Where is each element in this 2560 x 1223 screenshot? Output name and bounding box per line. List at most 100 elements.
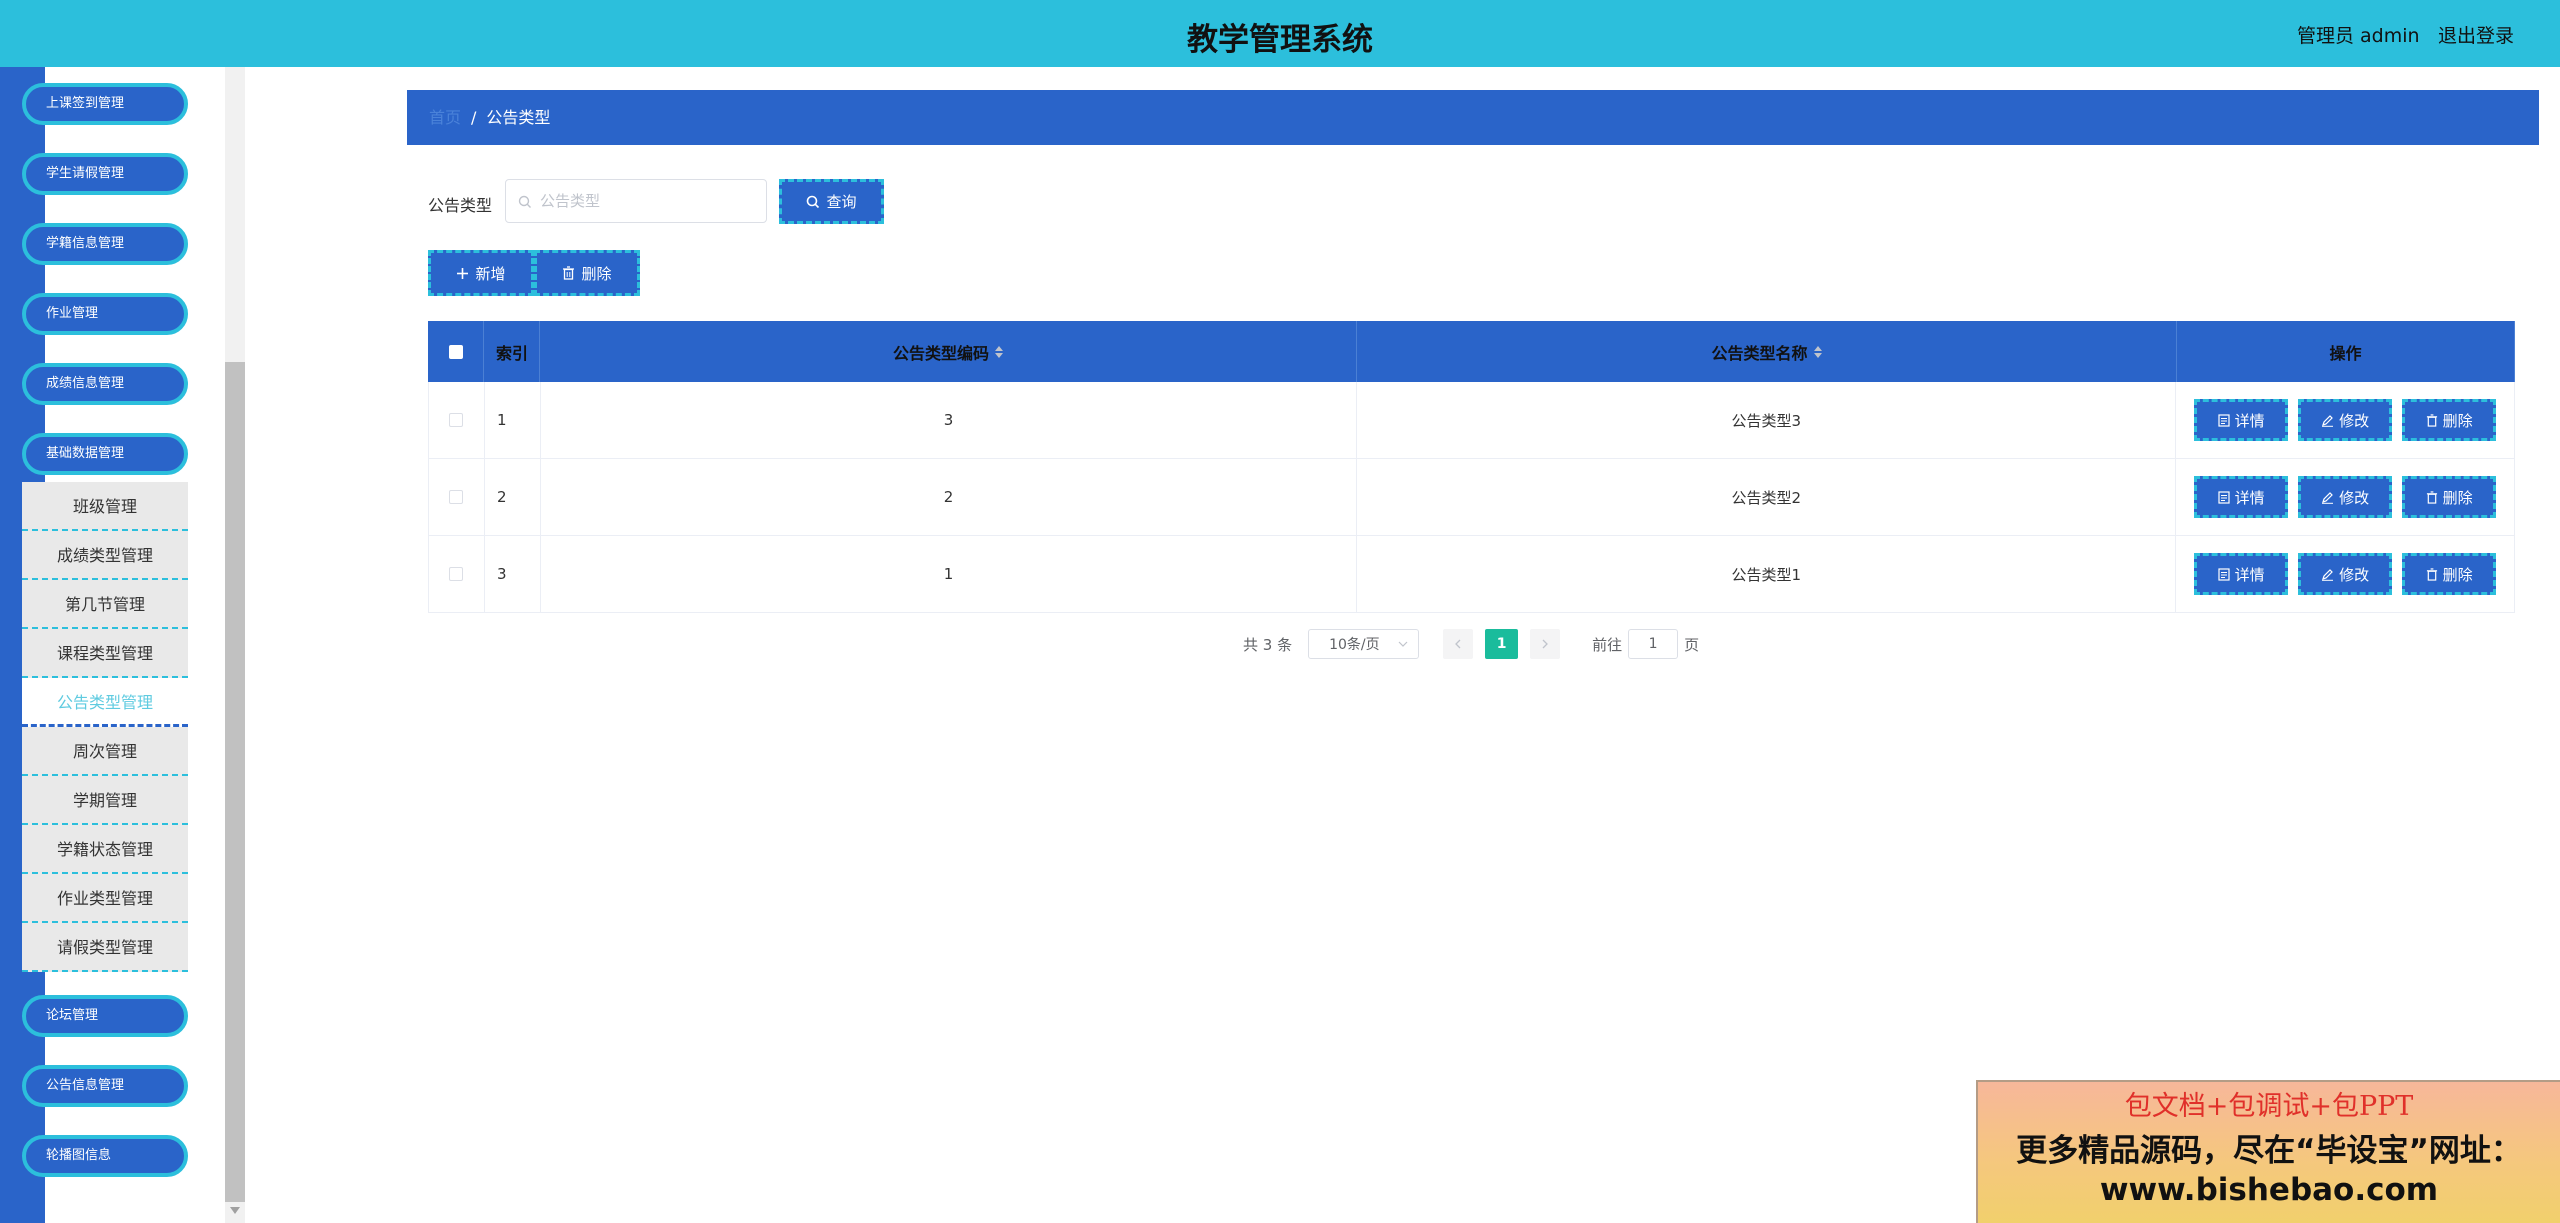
edit-button[interactable]: 修改	[2298, 553, 2393, 595]
promo-line-3: www.bishebao.com	[2099, 1172, 2439, 1208]
delete-button[interactable]: 删除	[2402, 553, 2497, 595]
menu-student-leave[interactable]: 学生请假管理	[22, 153, 188, 195]
menu-student-status[interactable]: 学籍信息管理	[22, 223, 188, 265]
row-index: 1	[485, 382, 541, 458]
header-name[interactable]: 公告类型名称	[1357, 321, 2177, 382]
current-user: 管理员 admin	[2297, 25, 2420, 47]
edit-button[interactable]: 修改	[2298, 476, 2393, 518]
row-actions: 详情 修改 删除	[2176, 382, 2514, 458]
delete-button[interactable]: 删除	[2402, 476, 2497, 518]
add-button[interactable]: 新增	[428, 250, 534, 296]
detail-label: 详情	[2234, 488, 2265, 507]
row-checkbox[interactable]	[449, 567, 464, 581]
search-field[interactable]	[505, 179, 767, 223]
trash-icon	[2426, 413, 2437, 427]
submenu-week[interactable]: 周次管理	[22, 727, 188, 776]
menu-notice-info[interactable]: 公告信息管理	[22, 1065, 188, 1107]
next-page-button[interactable]	[1530, 629, 1561, 659]
promo-line-2: 更多精品源码，尽在“毕设宝”网址：	[2016, 1133, 2522, 1169]
scroll-down-arrow-icon[interactable]	[230, 1207, 240, 1214]
header-name-label: 公告类型名称	[1711, 343, 1808, 363]
menu-homework[interactable]: 作业管理	[22, 293, 188, 335]
trash-icon	[563, 266, 575, 280]
detail-button[interactable]: 详情	[2194, 399, 2289, 441]
submenu-semester[interactable]: 学期管理	[22, 776, 188, 825]
pagination: 共 3 条 10条/页 1 前往 页	[1243, 629, 1699, 659]
document-icon	[2218, 567, 2230, 581]
header-actions: 操作	[2177, 321, 2515, 382]
submenu-enrollment-status[interactable]: 学籍状态管理	[22, 825, 188, 874]
chevron-left-icon	[1455, 639, 1461, 649]
detail-label: 详情	[2234, 565, 2265, 584]
breadcrumb-home[interactable]: 首页	[429, 108, 461, 127]
logout-link[interactable]: 退出登录	[2438, 21, 2514, 48]
chevron-right-icon	[1542, 639, 1549, 649]
trash-icon	[2426, 567, 2437, 581]
menu-attendance[interactable]: 上课签到管理	[22, 83, 188, 125]
delete-button[interactable]: 删除	[2402, 399, 2497, 441]
batch-delete-button[interactable]: 删除	[534, 250, 640, 296]
submenu-course-type[interactable]: 课程类型管理	[22, 629, 188, 678]
row-select[interactable]	[429, 536, 485, 612]
submenu-notice-type[interactable]: 公告类型管理	[22, 678, 188, 727]
row-checkbox[interactable]	[449, 490, 464, 504]
promo-line-1: 包文档+包调试+包PPT	[2124, 1091, 2414, 1122]
sort-caret-icon[interactable]	[995, 345, 1003, 358]
menu-basic-data[interactable]: 基础数据管理	[22, 433, 188, 475]
edit-label: 修改	[2339, 488, 2370, 507]
row-select[interactable]	[429, 382, 485, 458]
promo-banner: 包文档+包调试+包PPT 更多精品源码，尽在“毕设宝”网址： www.bishe…	[1976, 1080, 2560, 1223]
menu-forum[interactable]: 论坛管理	[22, 995, 188, 1037]
submenu-lesson-period[interactable]: 第几节管理	[22, 580, 188, 629]
row-name: 公告类型2	[1357, 459, 2177, 535]
table-header: 索引 公告类型编码 公告类型名称 操作	[428, 321, 2515, 382]
goto-suffix: 页	[1684, 635, 1700, 654]
document-icon	[2218, 490, 2230, 504]
edit-button[interactable]: 修改	[2298, 399, 2393, 441]
trash-icon	[2426, 490, 2437, 504]
header-select-all[interactable]	[428, 321, 484, 382]
query-button[interactable]: 查询	[779, 179, 884, 224]
detail-button[interactable]: 详情	[2194, 476, 2289, 518]
table-row: 1 3 公告类型3 详情 修改 删除	[429, 382, 2514, 459]
table-row: 3 1 公告类型1 详情 修改 删除	[429, 536, 2514, 613]
plus-icon	[457, 267, 469, 279]
edit-icon	[2322, 414, 2334, 427]
edit-icon	[2322, 491, 2334, 504]
edit-label: 修改	[2339, 565, 2370, 584]
search-icon	[807, 195, 820, 208]
menu-grades[interactable]: 成绩信息管理	[22, 363, 188, 405]
row-name: 公告类型3	[1357, 382, 2177, 458]
search-input[interactable]	[540, 188, 760, 214]
page-size-select[interactable]: 10条/页	[1308, 629, 1420, 659]
row-index: 3	[485, 536, 541, 612]
submenu-grade-type[interactable]: 成绩类型管理	[22, 531, 188, 580]
menu-carousel[interactable]: 轮播图信息	[22, 1135, 188, 1177]
batch-delete-label: 删除	[581, 264, 612, 283]
row-index: 2	[485, 459, 541, 535]
sidebar-scrollbar[interactable]	[225, 67, 245, 1223]
submenu-homework-type[interactable]: 作业类型管理	[22, 874, 188, 923]
basic-data-submenu: 班级管理 成绩类型管理 第几节管理 课程类型管理 公告类型管理 周次管理 学期管…	[22, 482, 188, 972]
search-label: 公告类型	[428, 196, 493, 215]
search-icon	[518, 194, 532, 213]
top-header: 教学管理系统 管理员 admin 退出登录	[0, 0, 2560, 67]
select-all-checkbox[interactable]	[448, 344, 463, 359]
page-size-value: 10条/页	[1329, 637, 1380, 653]
page-number-current[interactable]: 1	[1485, 629, 1519, 659]
submenu-class[interactable]: 班级管理	[22, 482, 188, 531]
prev-page-button[interactable]	[1443, 629, 1474, 659]
detail-button[interactable]: 详情	[2194, 553, 2289, 595]
app-title: 教学管理系统	[1187, 22, 1373, 58]
breadcrumb-separator: /	[471, 108, 477, 127]
sort-caret-icon[interactable]	[1813, 345, 1822, 358]
submenu-leave-type[interactable]: 请假类型管理	[22, 923, 188, 972]
breadcrumb: 首页 / 公告类型	[407, 90, 2539, 145]
scrollbar-thumb[interactable]	[225, 362, 245, 1202]
document-icon	[2218, 413, 2230, 427]
row-actions: 详情 修改 删除	[2176, 459, 2514, 535]
row-select[interactable]	[429, 459, 485, 535]
row-checkbox[interactable]	[449, 413, 464, 427]
header-code[interactable]: 公告类型编码	[540, 321, 1357, 382]
goto-page-input[interactable]	[1628, 629, 1679, 659]
